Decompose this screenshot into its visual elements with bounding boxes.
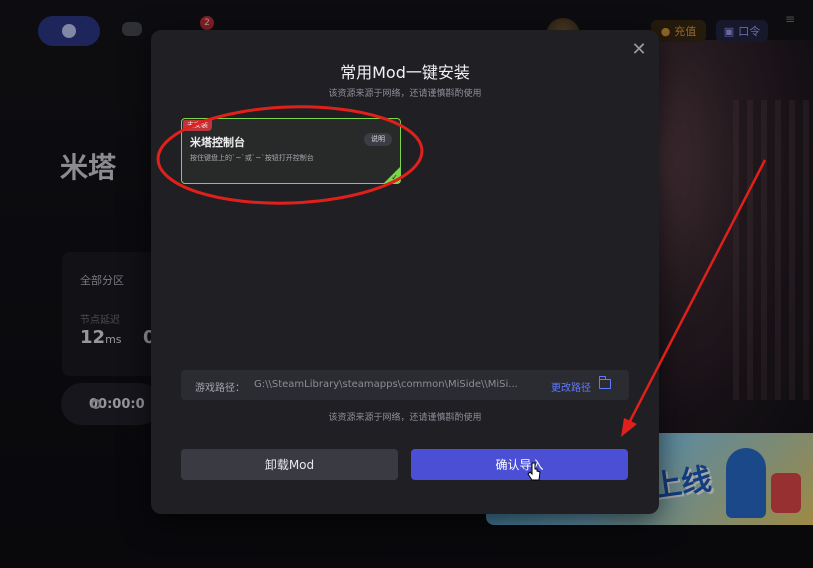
annotation-arrow xyxy=(621,159,767,437)
mouse-cursor-icon xyxy=(527,462,541,481)
app-window: 2 ● 充值 ▣ 口令 ≡ 米塔 全部分区 节点延迟 12ms 0 00:00:0 … xyxy=(0,0,813,568)
